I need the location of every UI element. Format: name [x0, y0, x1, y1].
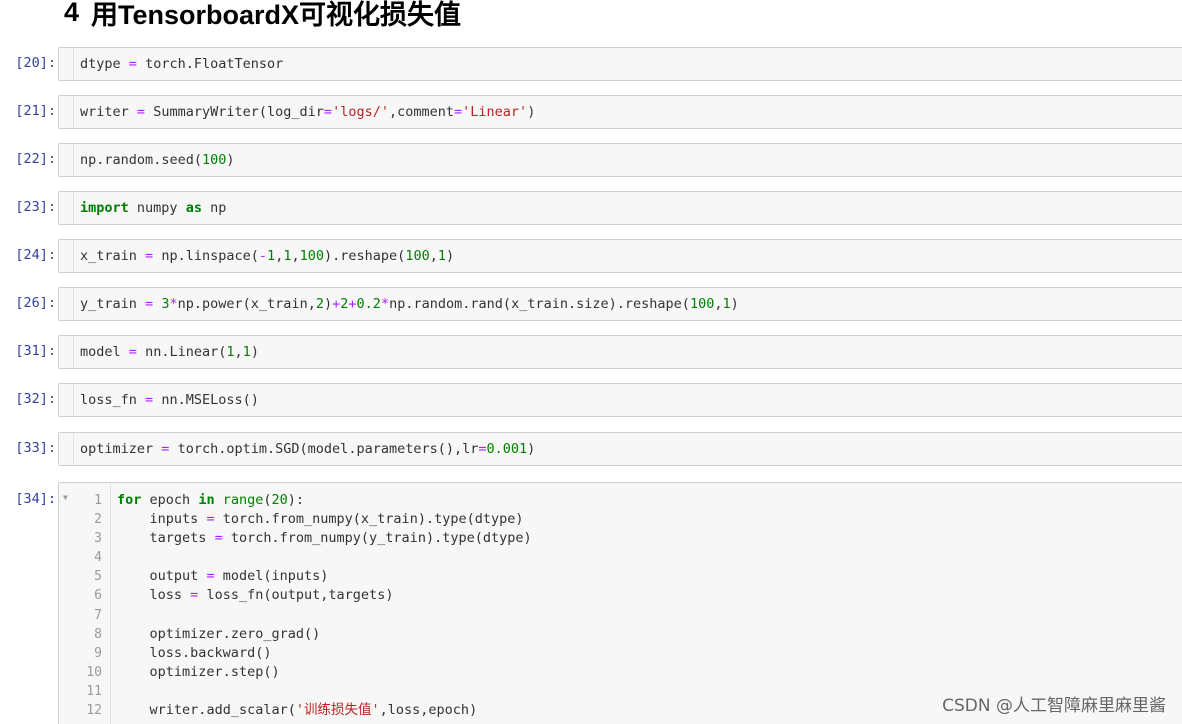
code-line: x_train = np.linspace(-1,1,100).reshape(… — [80, 248, 455, 264]
cell-prompt: [32]: — [15, 391, 56, 407]
code-cell[interactable]: [20]: dtype = torch.FloatTensor — [0, 47, 1182, 82]
cell-prompt: [22]: — [15, 151, 56, 167]
watermark: CSDN @人工智障麻里麻里酱 — [942, 696, 1166, 716]
code-editor[interactable]: optimizer = torch.optim.SGD(model.parame… — [58, 432, 1182, 466]
code-editor[interactable]: loss_fn = nn.MSELoss() — [58, 383, 1182, 417]
code-line: optimizer = torch.optim.SGD(model.parame… — [80, 441, 536, 457]
gutter — [59, 144, 74, 176]
line-number: 4 — [94, 550, 102, 566]
cell-prompt: [21]: — [15, 103, 56, 119]
gutter — [59, 384, 74, 416]
gutter — [59, 96, 74, 128]
code-line: output = model(inputs) — [149, 568, 329, 585]
cell-prompt: [26]: — [15, 295, 56, 311]
code-cell[interactable]: [26]: y_train = 3*np.power(x_train,2)+2+0… — [0, 287, 1182, 322]
code-row: 1 for epoch in range(20): — [59, 491, 1182, 510]
code-line: y_train = 3*np.power(x_train,2)+2+0.2*np… — [80, 296, 739, 312]
code-row: 2 inputs = torch.from_numpy(x_train).typ… — [59, 510, 1182, 529]
code-row: 9 loss.backward() — [59, 644, 1182, 663]
line-number: 6 — [94, 588, 102, 604]
gutter — [59, 288, 74, 320]
code-line: np.random.seed(100) — [80, 152, 235, 168]
cell-prompt: [31]: — [15, 343, 56, 359]
code-cell[interactable]: [32]: loss_fn = nn.MSELoss() — [0, 383, 1182, 418]
code-cell[interactable]: [33]: optimizer = torch.optim.SGD(model.p… — [0, 432, 1182, 467]
code-row: 4 — [59, 548, 1182, 567]
line-number: 10 — [86, 664, 102, 680]
line-number: 7 — [94, 607, 102, 623]
code-row: 10 optimizer.step() — [59, 663, 1182, 682]
gutter — [59, 240, 74, 272]
code-editor[interactable]: import numpy as np — [58, 191, 1182, 225]
gutter — [59, 48, 74, 80]
line-number: 9 — [94, 645, 102, 661]
code-line: import numpy as np — [80, 200, 227, 216]
code-line: optimizer.step() — [149, 663, 280, 680]
gutter — [59, 336, 74, 368]
line-number: 11 — [86, 683, 102, 699]
code-row: 8 optimizer.zero_grad() — [59, 625, 1182, 644]
line-number: 12 — [86, 703, 102, 719]
code-cell[interactable]: [23]: import numpy as np — [0, 191, 1182, 226]
code-line: dtype = torch.FloatTensor — [80, 56, 284, 72]
cell-prompt: [20]: — [15, 55, 56, 71]
code-editor[interactable]: writer = SummaryWriter(log_dir='logs/',c… — [58, 95, 1182, 129]
code-editor[interactable]: x_train = np.linspace(-1,1,100).reshape(… — [58, 239, 1182, 273]
code-editor[interactable]: dtype = torch.FloatTensor — [58, 47, 1182, 81]
code-row: 3 targets = torch.from_numpy(y_train).ty… — [59, 529, 1182, 548]
line-number: 3 — [94, 531, 102, 547]
code-line: for epoch in range(20): — [117, 492, 305, 508]
line-number: 8 — [94, 626, 102, 642]
code-line: inputs = torch.from_numpy(x_train).type(… — [149, 511, 524, 528]
cell-prompt: [34]: — [15, 491, 56, 507]
code-editor[interactable]: y_train = 3*np.power(x_train,2)+2+0.2*np… — [58, 287, 1182, 321]
code-line: model = nn.Linear(1,1) — [80, 344, 259, 360]
cell-prompt: [33]: — [15, 440, 56, 456]
code-line: writer = SummaryWriter(log_dir='logs/',c… — [80, 104, 536, 120]
code-line: loss = loss_fn(output,targets) — [149, 587, 394, 604]
code-line: loss.backward() — [149, 644, 272, 661]
code-row: 5 output = model(inputs) — [59, 567, 1182, 586]
code-cell[interactable]: [31]: model = nn.Linear(1,1) — [0, 335, 1182, 370]
code-cell[interactable]: [21]: writer = SummaryWriter(log_dir='log… — [0, 95, 1182, 130]
code-line: writer.add_scalar('训练损失值',loss,epoch) — [149, 702, 478, 719]
code-row: 6 loss = loss_fn(output,targets) — [59, 586, 1182, 605]
code-cell[interactable]: [34]: ▼ 1 for epoch in range(20): 2 inputs… — [0, 482, 1182, 724]
code-cell[interactable]: [24]: x_train = np.linspace(-1,1,100).res… — [0, 239, 1182, 274]
gutter — [59, 433, 74, 465]
cell-prompt: [23]: — [15, 199, 56, 215]
code-cell[interactable]: [22]: np.random.seed(100) — [0, 143, 1182, 178]
code-line: loss_fn = nn.MSELoss() — [80, 392, 259, 408]
line-number: 5 — [94, 569, 102, 585]
section-number: 4 — [64, 0, 80, 27]
code-editor[interactable]: ▼ 1 for epoch in range(20): 2 inputs = tor… — [58, 482, 1182, 724]
line-number: 1 — [94, 493, 102, 508]
gutter — [59, 192, 74, 224]
code-line: optimizer.zero_grad() — [149, 625, 321, 642]
line-number: 2 — [94, 512, 102, 528]
section-heading: 4 用TensorboardX可视化损失值 — [64, 0, 461, 30]
code-row: 7 — [59, 606, 1182, 625]
code-editor[interactable]: model = nn.Linear(1,1) — [58, 335, 1182, 369]
cell-prompt: [24]: — [15, 247, 56, 263]
code-line: targets = torch.from_numpy(y_train).type… — [149, 530, 532, 547]
section-title: 用TensorboardX可视化损失值 — [91, 0, 462, 30]
code-lines: 1 for epoch in range(20): 2 inputs = torch… — [59, 491, 1182, 720]
code-editor[interactable]: np.random.seed(100) — [58, 143, 1182, 177]
